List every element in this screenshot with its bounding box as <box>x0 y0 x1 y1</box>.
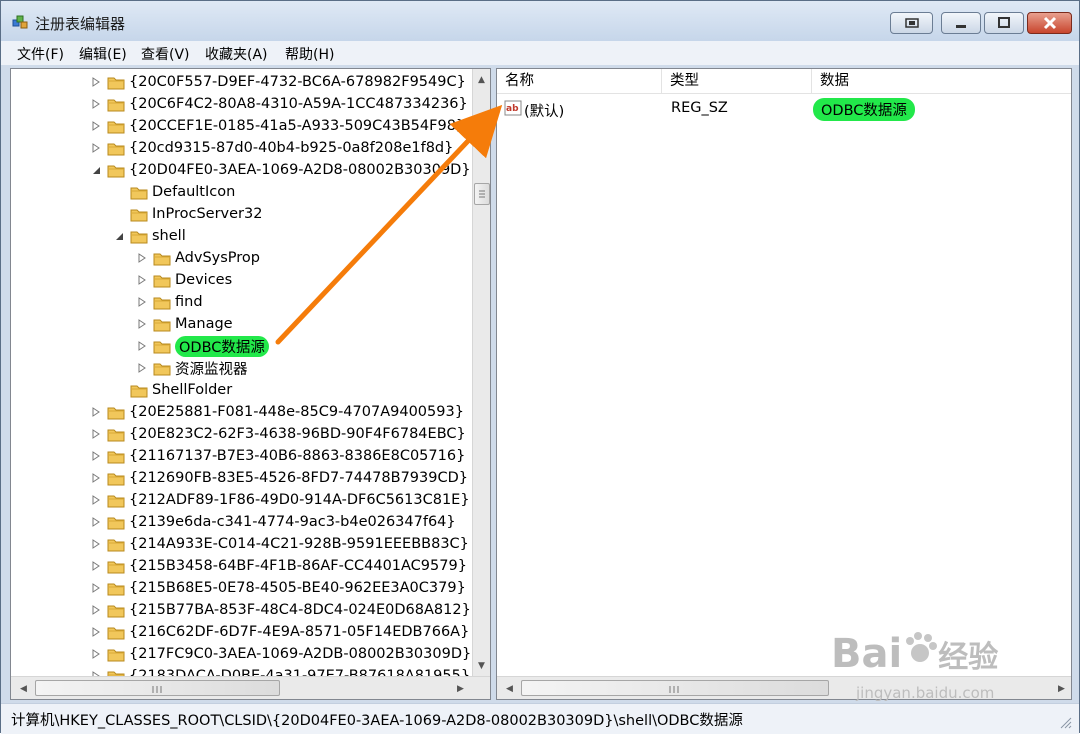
status-bar: 计算机\HKEY_CLASSES_ROOT\CLSID\{20D04FE0-3A… <box>1 703 1079 734</box>
arrow-line <box>275 104 503 345</box>
status-path: 计算机\HKEY_CLASSES_ROOT\CLSID\{20D04FE0-3A… <box>11 713 743 729</box>
registry-editor-window: 注册表编辑器 文件(F) 编辑(E) 查看(V) 收藏夹(A) 帮助(H) {2… <box>0 0 1080 734</box>
resize-grip-icon[interactable] <box>1059 716 1073 730</box>
annotation-arrow <box>275 104 503 345</box>
